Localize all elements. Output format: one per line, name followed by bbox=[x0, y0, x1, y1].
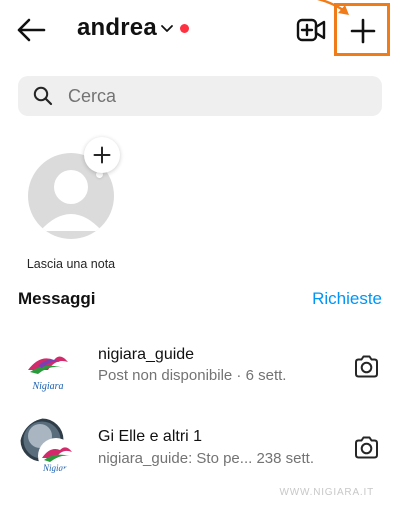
nigiara-logo-icon: Nigiara bbox=[28, 356, 68, 392]
avatar: Nigiara bbox=[20, 418, 76, 474]
camera-icon bbox=[355, 436, 378, 459]
thread-preview: nigiara_guide: Sto pe... 238 sett. bbox=[98, 450, 314, 467]
thread-row[interactable]: Nigiara Gi Elle e altri 1 nigiara_guide:… bbox=[0, 408, 400, 488]
thread-preview: Post non disponibile · 6 sett. bbox=[98, 367, 287, 384]
avatar-logo-text: Nigiara bbox=[42, 463, 72, 473]
account-switch-button[interactable] bbox=[160, 22, 174, 34]
camera-button[interactable] bbox=[353, 434, 380, 461]
note-label: Lascia una nota bbox=[26, 257, 116, 271]
avatar-logo-text: Nigiara bbox=[31, 381, 63, 392]
messages-heading: Messaggi bbox=[18, 289, 96, 308]
back-button[interactable] bbox=[16, 17, 46, 43]
arrow-left-icon bbox=[17, 18, 46, 42]
thread-row[interactable]: Nigiara nigiara_guide Post non disponibi… bbox=[0, 328, 400, 408]
watermark: WWW.NIGIARA.IT bbox=[279, 487, 374, 498]
camera-button[interactable] bbox=[353, 353, 380, 380]
new-message-button[interactable] bbox=[334, 3, 390, 56]
camera-icon bbox=[355, 355, 378, 378]
thread-name: nigiara_guide bbox=[98, 346, 195, 363]
search-icon bbox=[33, 86, 53, 106]
account-username[interactable]: andrea bbox=[77, 14, 157, 42]
chevron-down-icon bbox=[161, 25, 173, 32]
plus-icon bbox=[350, 18, 376, 44]
requests-link[interactable]: Richieste bbox=[312, 289, 382, 309]
unread-indicator-dot bbox=[180, 24, 189, 33]
search-bar[interactable] bbox=[18, 76, 382, 116]
plus-icon bbox=[93, 146, 111, 164]
add-note-button[interactable] bbox=[84, 137, 120, 173]
avatar: Nigiara bbox=[20, 340, 76, 396]
thread-name: Gi Elle e altri 1 bbox=[98, 428, 203, 445]
search-input[interactable] bbox=[68, 76, 368, 116]
group-avatar-icon: Nigiara bbox=[20, 418, 74, 474]
